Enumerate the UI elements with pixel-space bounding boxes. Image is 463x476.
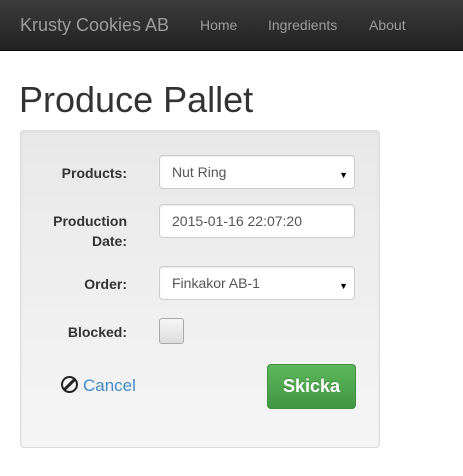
order-label: Order: [84,276,127,292]
products-select-value: Nut Ring [172,164,227,180]
nav-link-about[interactable]: About [369,17,406,33]
submit-button[interactable]: Skicka [267,364,356,409]
caret-down-icon: ▼ [339,281,348,291]
navbar: Krusty Cookies AB Home Ingredients About [0,0,463,51]
products-label: Products: [61,165,127,181]
order-select[interactable]: Finkakor AB-1 ▼ [159,266,355,300]
nav-link-ingredients[interactable]: Ingredients [268,17,337,33]
caret-down-icon: ▼ [339,170,348,180]
blocked-checkbox[interactable] [159,318,184,344]
page-title: Produce Pallet [19,79,254,120]
order-select-value: Finkakor AB-1 [172,275,260,291]
production-date-value: 2015-01-16 22:07:20 [172,213,302,229]
production-date-label: Production Date: [53,213,127,249]
blocked-label: Blocked: [67,324,127,340]
produce-pallet-form: Products: Nut Ring ▼ Production Date: 20… [20,130,380,448]
ban-icon [61,376,78,393]
brand-link[interactable]: Krusty Cookies AB [20,15,169,36]
cancel-link[interactable]: Cancel [61,375,136,397]
products-select[interactable]: Nut Ring ▼ [159,155,355,189]
production-date-input[interactable]: 2015-01-16 22:07:20 [159,204,355,238]
cancel-label: Cancel [83,376,136,395]
nav-link-home[interactable]: Home [200,17,237,33]
